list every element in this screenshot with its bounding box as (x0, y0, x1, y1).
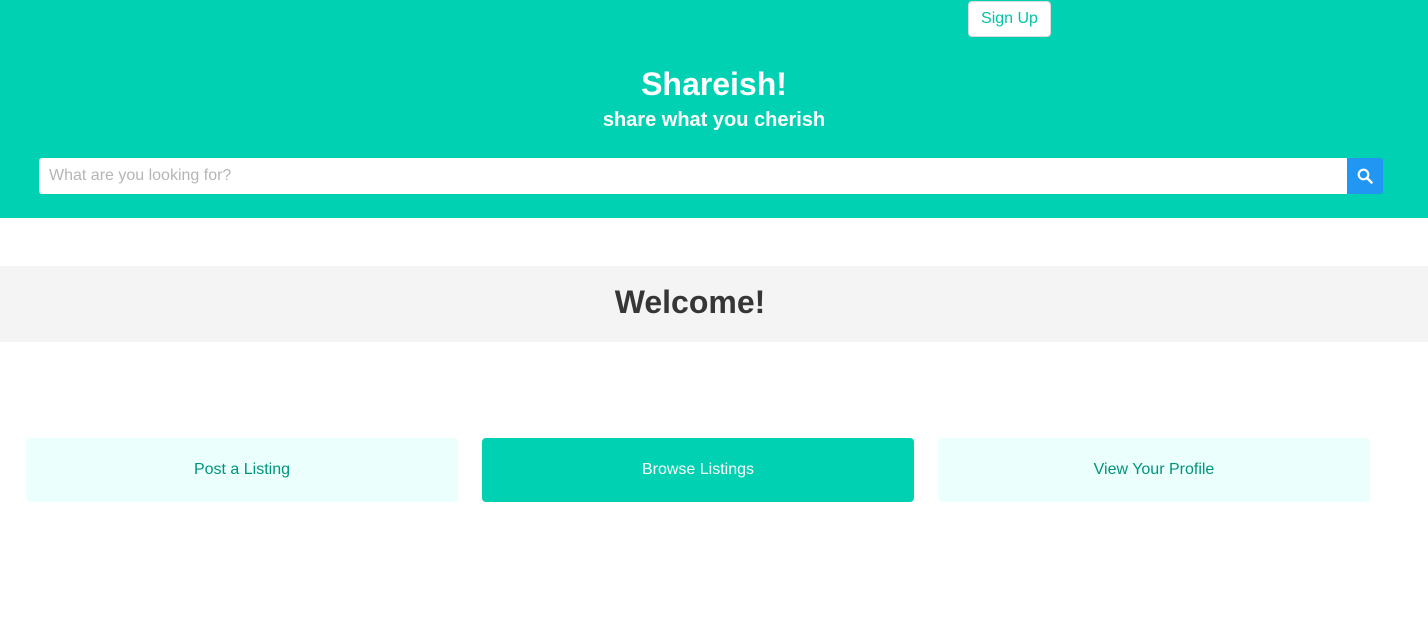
search-button[interactable] (1347, 158, 1383, 194)
post-listing-button[interactable]: Post a Listing (26, 438, 458, 502)
sign-up-button[interactable]: Sign Up (968, 1, 1051, 37)
welcome-heading: Welcome! (614, 284, 766, 320)
site-subtitle: share what you cherish (602, 109, 826, 131)
site-title: Shareish! (641, 66, 787, 102)
view-profile-button[interactable]: View Your Profile (938, 438, 1370, 502)
search-input[interactable] (39, 158, 1347, 194)
browse-listings-button[interactable]: Browse Listings (482, 438, 914, 502)
search-icon (1357, 168, 1373, 184)
hero-header: Sign Up Shareish! share what you cherish (0, 0, 1428, 218)
